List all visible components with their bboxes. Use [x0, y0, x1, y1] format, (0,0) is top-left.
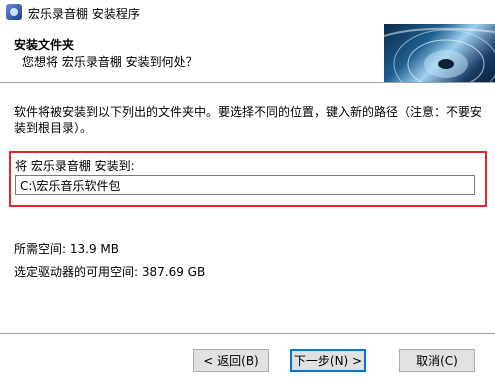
footer-separator-highlight — [0, 334, 495, 335]
header-title: 安装文件夹 — [14, 38, 75, 52]
header-separator-highlight — [0, 83, 495, 84]
header-panel: 安装文件夹 您想将 宏乐录音棚 安装到何处？ — [0, 24, 495, 82]
installer-icon — [6, 4, 22, 20]
destination-label: 将 宏乐录音棚 安装到: — [15, 159, 135, 173]
window-title: 宏乐录音棚 安装程序 — [28, 7, 140, 21]
cancel-button[interactable]: 取消(C) — [399, 349, 475, 372]
instruction-text: 软件将被安装到以下列出的文件夹中。要选择不同的位置，键入新的路径（注意：不要安装… — [14, 105, 483, 135]
install-path-input[interactable] — [15, 175, 475, 195]
next-button[interactable]: 下一步(N) > — [290, 349, 366, 372]
disc-banner-image — [384, 24, 495, 82]
title-bar: 宏乐录音棚 安装程序 — [0, 0, 495, 24]
space-available-text: 选定驱动器的可用空间: 387.69 GB — [14, 265, 206, 279]
space-required-text: 所需空间: 13.9 MB — [14, 242, 119, 256]
back-button[interactable]: < 返回(B) — [193, 349, 269, 372]
header-subtitle: 您想将 宏乐录音棚 安装到何处？ — [22, 55, 198, 69]
